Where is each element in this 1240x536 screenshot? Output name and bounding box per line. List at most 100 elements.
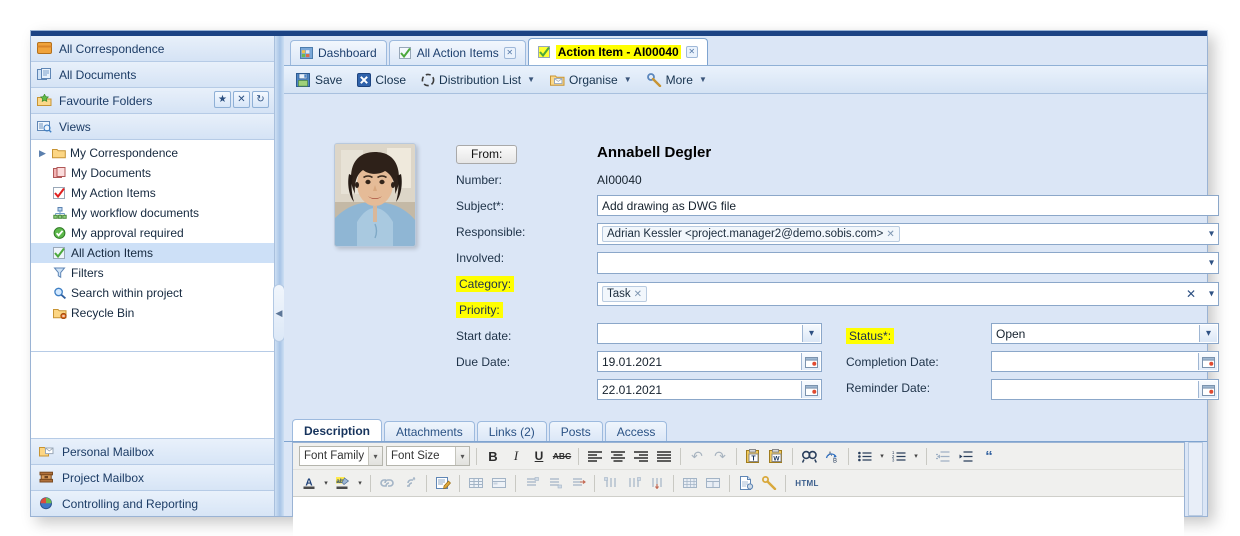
align-justify-icon[interactable] <box>654 446 674 466</box>
html-source-button[interactable]: HTML <box>792 473 822 493</box>
remove-token-icon[interactable]: ✕ <box>886 229 894 240</box>
chevron-down-icon[interactable]: ▼ <box>624 75 632 84</box>
chevron-down-icon[interactable]: ▼ <box>527 75 535 84</box>
chevron-down-icon[interactable]: ▾ <box>802 325 820 342</box>
sidebar-item-all-documents[interactable]: All Documents <box>31 62 274 88</box>
tab-access[interactable]: Access <box>605 421 668 441</box>
delete-column-icon[interactable] <box>647 473 667 493</box>
chevron-down-icon[interactable]: ▾ <box>1209 289 1214 300</box>
delete-row-icon[interactable] <box>568 473 588 493</box>
bold-icon[interactable]: B <box>483 446 503 466</box>
tab-all-action-items[interactable]: All Action Items ✕ <box>389 40 526 65</box>
chevron-down-icon[interactable]: ▾ <box>1199 325 1217 342</box>
remove-token-icon[interactable]: ✕ <box>634 289 642 300</box>
sidebar-item-my-action-items[interactable]: My Action Items <box>31 183 274 203</box>
merge-cells-icon[interactable] <box>680 473 700 493</box>
involved-input[interactable]: ▾ <box>597 252 1219 274</box>
sidebar-item-my-approval-required[interactable]: My approval required <box>31 223 274 243</box>
editor-content-area[interactable] <box>293 497 1184 536</box>
remove-favourite-button[interactable]: ✕ <box>233 91 250 108</box>
save-button[interactable]: Save <box>290 71 348 89</box>
split-cell-icon[interactable] <box>703 473 723 493</box>
font-size-select[interactable]: Font Size ▾ <box>386 446 470 466</box>
find-icon[interactable] <box>799 446 819 466</box>
responsible-input[interactable]: Adrian Kessler <project.manager2@demo.so… <box>597 223 1219 245</box>
paste-as-text-icon[interactable]: T <box>743 446 763 466</box>
edit-source-icon[interactable] <box>433 473 453 493</box>
insert-row-before-icon[interactable] <box>522 473 542 493</box>
font-family-select[interactable]: Font Family ▾ <box>299 446 383 466</box>
tab-action-item-ai00040[interactable]: Action Item - AI00040 ✕ <box>528 38 708 65</box>
redo-icon[interactable]: ↷ <box>710 446 730 466</box>
close-button[interactable]: Close <box>351 71 412 89</box>
sidebar-item-controlling-and-reporting[interactable]: Controlling and Reporting <box>31 490 274 516</box>
sidebar-item-views[interactable]: Views <box>31 114 274 140</box>
chevron-down-icon[interactable]: ▼ <box>699 75 707 84</box>
insert-link-icon[interactable] <box>377 473 397 493</box>
undo-icon[interactable]: ↶ <box>687 446 707 466</box>
more-button[interactable]: More ▼ <box>641 71 713 89</box>
insert-signature-icon[interactable] <box>759 473 779 493</box>
status-select[interactable]: Open ▾ <box>991 323 1219 344</box>
calendar-icon[interactable] <box>1198 353 1217 370</box>
close-icon[interactable]: ✕ <box>504 47 516 59</box>
chevron-down-icon[interactable]: ▾ <box>1209 229 1214 240</box>
sidebar-item-search-within-project[interactable]: Search within project <box>31 283 274 303</box>
start-date-input[interactable]: 19.01.2021 <box>597 351 822 372</box>
calendar-icon[interactable] <box>1198 381 1217 398</box>
add-favourite-button[interactable]: ★ <box>214 91 231 108</box>
underline-icon[interactable]: U <box>529 446 549 466</box>
chevron-down-icon[interactable]: ▾ <box>356 479 364 487</box>
replace-icon[interactable]: A B <box>822 446 842 466</box>
sidebar-item-favourite-folders[interactable]: Favourite Folders ★ ✕ ↻ <box>31 88 274 114</box>
sidebar-item-my-workflow-documents[interactable]: My workflow documents <box>31 203 274 223</box>
calendar-icon[interactable] <box>801 381 820 398</box>
sidebar-item-project-mailbox[interactable]: Project Mailbox <box>31 464 274 490</box>
organise-button[interactable]: Organise ▼ <box>544 71 638 89</box>
tab-links[interactable]: Links (2) <box>477 421 547 441</box>
sidebar-item-my-documents[interactable]: My Documents <box>31 163 274 183</box>
chevron-down-icon[interactable]: ▾ <box>1209 258 1214 269</box>
sidebar-item-recycle-bin[interactable]: Recycle Bin <box>31 303 274 323</box>
italic-icon[interactable]: I <box>506 446 526 466</box>
blockquote-icon[interactable]: “ <box>979 446 999 466</box>
due-date-input[interactable]: 22.01.2021 <box>597 379 822 400</box>
sidebar-item-my-correspondence[interactable]: ▶ My Correspondence <box>31 143 274 163</box>
from-button[interactable]: From: <box>456 145 517 164</box>
tab-dashboard[interactable]: Dashboard <box>290 40 387 65</box>
sidebar-item-personal-mailbox[interactable]: Personal Mailbox <box>31 438 274 464</box>
numbered-list-icon[interactable]: 1 2 3 <box>889 446 909 466</box>
tab-description[interactable]: Description <box>292 419 382 441</box>
completion-date-input[interactable] <box>991 351 1219 372</box>
chevron-down-icon[interactable]: ▾ <box>878 452 886 460</box>
bullet-list-icon[interactable] <box>855 446 875 466</box>
tab-attachments[interactable]: Attachments <box>384 421 475 441</box>
chevron-down-icon[interactable]: ▾ <box>455 447 469 465</box>
chevron-right-icon[interactable]: ▶ <box>39 148 48 159</box>
responsible-token[interactable]: Adrian Kessler <project.manager2@demo.so… <box>602 226 900 242</box>
insert-table-icon[interactable] <box>466 473 486 493</box>
category-token[interactable]: Task ✕ <box>602 286 647 302</box>
insert-column-before-icon[interactable] <box>601 473 621 493</box>
subject-input[interactable]: Add drawing as DWG file <box>597 195 1219 216</box>
refresh-favourite-button[interactable]: ↻ <box>252 91 269 108</box>
chevron-down-icon[interactable]: ▾ <box>322 479 330 487</box>
close-icon[interactable]: ✕ <box>686 46 698 58</box>
editor-scrollbar[interactable] <box>1188 442 1203 516</box>
align-left-icon[interactable] <box>585 446 605 466</box>
insert-row-after-icon[interactable] <box>545 473 565 493</box>
table-properties-icon[interactable] <box>489 473 509 493</box>
highlight-color-icon[interactable]: ab <box>333 473 353 493</box>
priority-select[interactable]: ▾ <box>597 323 822 344</box>
tab-posts[interactable]: Posts <box>549 421 603 441</box>
category-input[interactable]: Task ✕ ✕ ▾ <box>597 282 1219 306</box>
sidebar-item-all-action-items[interactable]: All Action Items <box>31 243 274 263</box>
sidebar-item-filters[interactable]: Filters <box>31 263 274 283</box>
paste-from-word-icon[interactable]: W <box>766 446 786 466</box>
sidebar-splitter[interactable]: ◀ <box>275 36 284 516</box>
clear-field-icon[interactable]: ✕ <box>1186 287 1196 301</box>
text-color-icon[interactable]: A <box>299 473 319 493</box>
sidebar-item-all-correspondence[interactable]: All Correspondence <box>31 36 274 62</box>
insert-column-after-icon[interactable] <box>624 473 644 493</box>
distribution-list-button[interactable]: Distribution List ▼ <box>415 71 541 89</box>
